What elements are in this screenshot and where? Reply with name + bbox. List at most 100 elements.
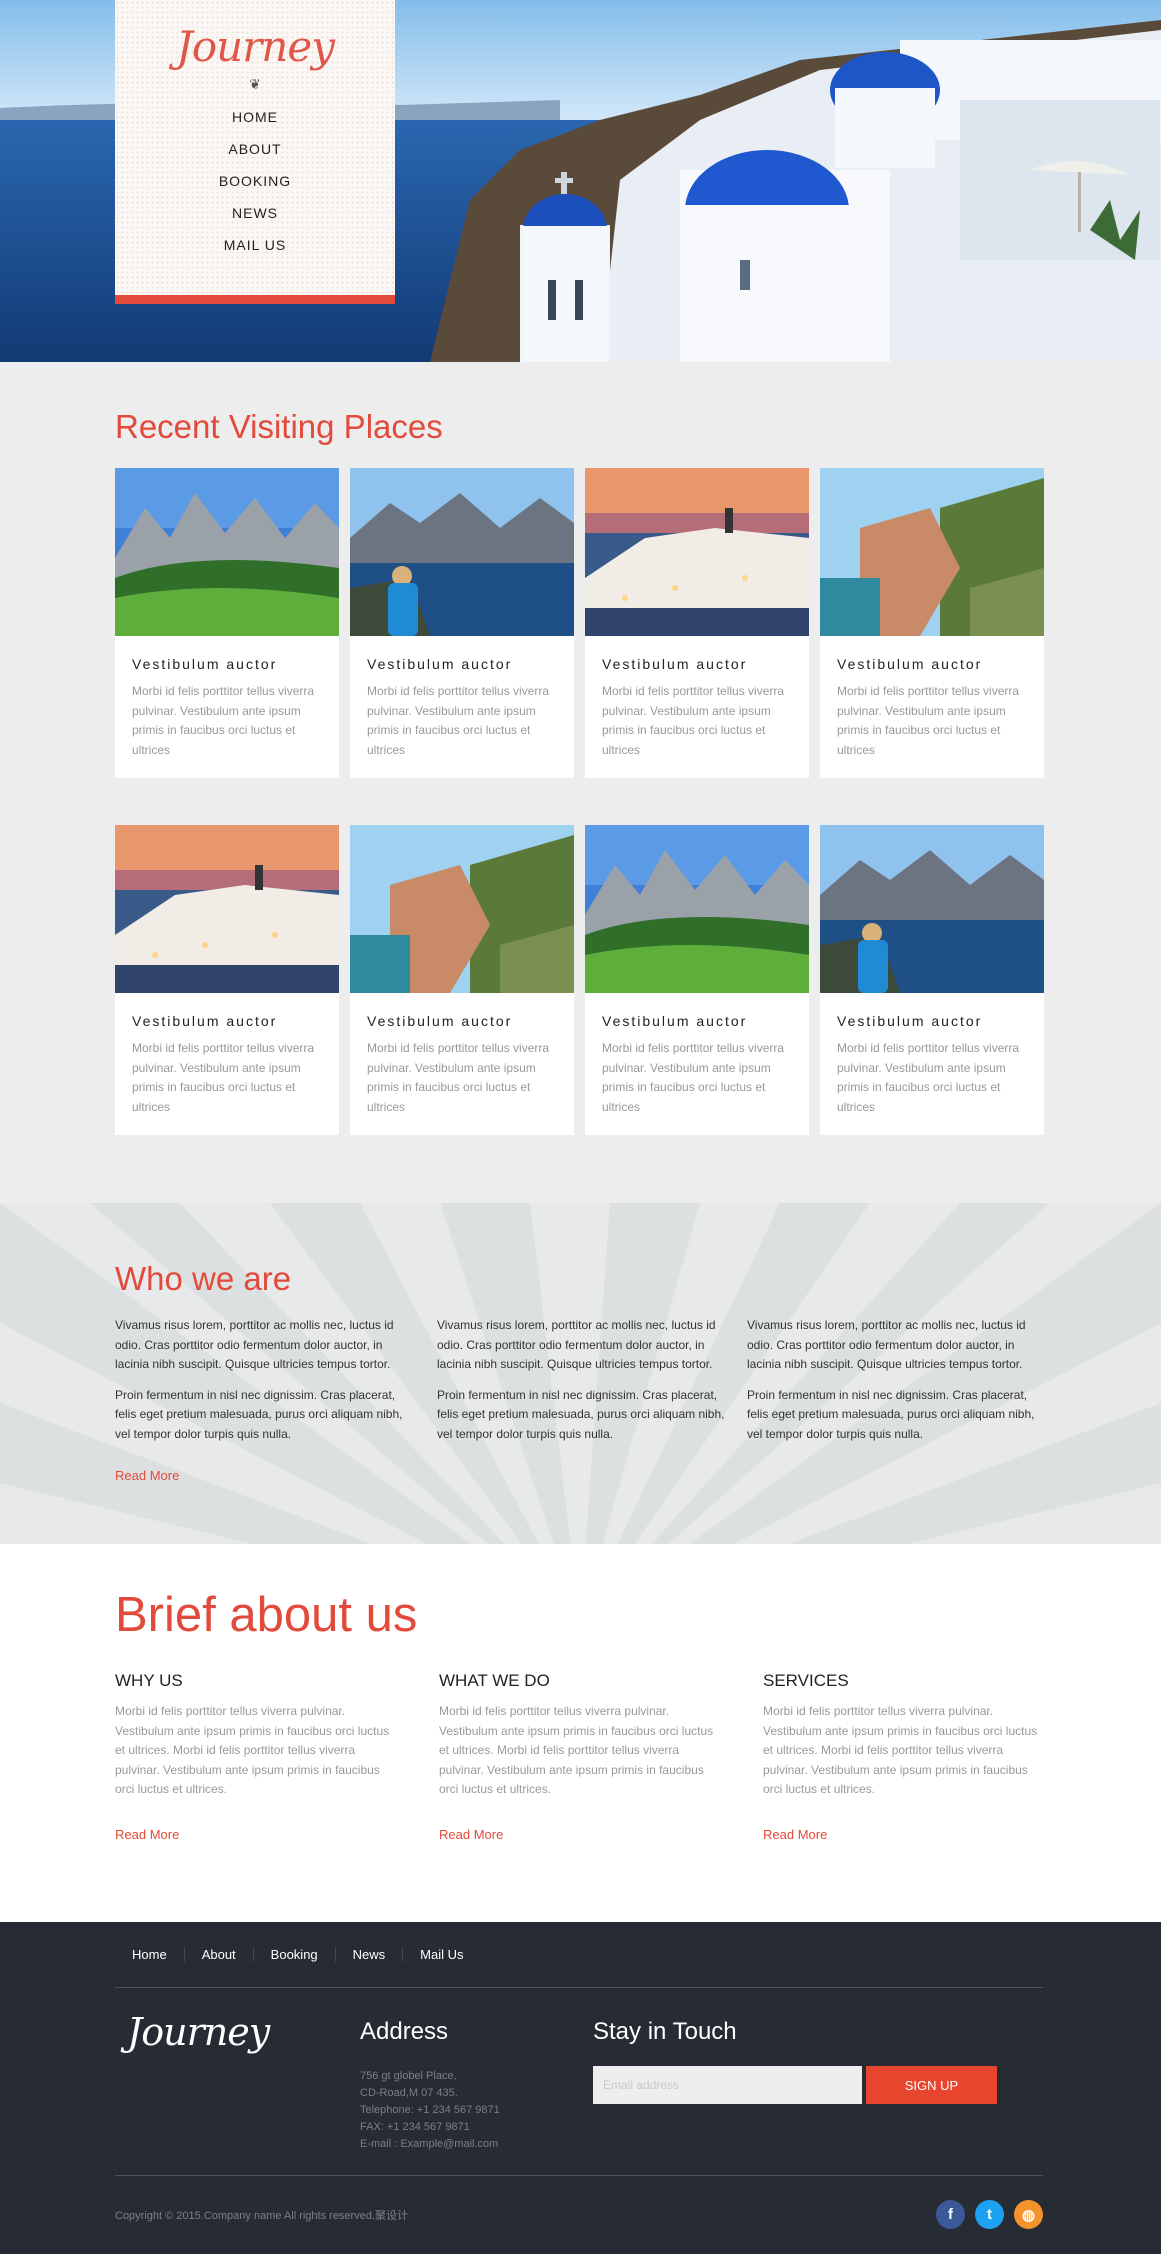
who-column: Vivamus risus lorem, porttitor ac mollis…	[115, 1316, 415, 1444]
place-card[interactable]: Vestibulum auctor Morbi id felis porttit…	[585, 825, 809, 1135]
address-line: 756 gt globel Place,	[360, 2070, 457, 2082]
alpine-meadow-image	[585, 825, 809, 993]
sign-up-button[interactable]: SIGN UP	[866, 2066, 997, 2104]
address-title: Address	[360, 2018, 449, 2045]
place-card-title: Vestibulum auctor	[367, 1013, 513, 1029]
facebook-icon[interactable]: f	[936, 2200, 965, 2229]
why-us-read-more-link[interactable]: Read More	[115, 1827, 179, 1842]
who-column: Vivamus risus lorem, porttitor ac mollis…	[747, 1316, 1043, 1444]
cliff-village-image	[350, 825, 574, 993]
brief-columns: WHY US Morbi id felis porttitor tellus v…	[115, 1671, 1043, 1843]
place-card-title: Vestibulum auctor	[367, 656, 513, 672]
place-card-title: Vestibulum auctor	[837, 656, 983, 672]
place-card[interactable]: Vestibulum auctor Morbi id felis porttit…	[820, 468, 1044, 778]
who-paragraph: Vivamus risus lorem, porttitor ac mollis…	[115, 1318, 394, 1371]
santorini-dusk-image	[115, 825, 339, 993]
who-paragraph: Proin fermentum in nisl nec dignissim. C…	[115, 1387, 403, 1441]
address-email: E-mail : Example@mail.com	[360, 2138, 499, 2150]
brief-column-what-we-do: WHAT WE DO Morbi id felis porttitor tell…	[439, 1671, 719, 1843]
who-we-are-section: Who we are Vivamus risus lorem, porttito…	[0, 1203, 1161, 1544]
address-line: CD-Road,M 07 435.	[360, 2087, 458, 2099]
brief-column-text: Morbi id felis porttitor tellus viverra …	[439, 1704, 714, 1796]
email-input[interactable]	[593, 2066, 862, 2104]
services-read-more-link[interactable]: Read More	[763, 1827, 827, 1842]
places-grid-row-2: Vestibulum auctor Morbi id felis porttit…	[115, 825, 1044, 1135]
dribbble-icon[interactable]: ◍	[1014, 2200, 1043, 2229]
place-card-text: Morbi id felis porttitor tellus viverra …	[367, 684, 550, 757]
recent-places-title: Recent Visiting Places	[115, 408, 443, 445]
place-card-title: Vestibulum auctor	[132, 656, 278, 672]
hero-banner: Journey ❦ HOME ABOUT BOOKING NEWS MAIL U…	[0, 0, 1161, 362]
footer-logo[interactable]: Journey	[115, 1988, 360, 2175]
brief-about-title: Brief about us	[115, 1588, 418, 1642]
brief-column-text: Morbi id felis porttitor tellus viverra …	[763, 1704, 1038, 1796]
footer-nav-mail-us[interactable]: Mail Us	[403, 1947, 480, 1962]
stay-in-touch-title: Stay in Touch	[593, 2018, 737, 2045]
ornament-divider-icon: ❦	[249, 77, 261, 93]
alpine-meadow-image	[115, 468, 339, 636]
place-card-title: Vestibulum auctor	[602, 656, 748, 672]
nav-booking[interactable]: BOOKING	[115, 165, 395, 197]
address-lines: 756 gt globel Place, CD-Road,M 07 435. T…	[360, 2068, 593, 2153]
nav-home[interactable]: HOME	[115, 101, 395, 133]
place-card[interactable]: Vestibulum auctor Morbi id felis porttit…	[585, 468, 809, 778]
who-paragraph: Proin fermentum in nisl nec dignissim. C…	[747, 1387, 1035, 1441]
brief-column-heading: SERVICES	[763, 1671, 849, 1690]
footer-address: Address 756 gt globel Place, CD-Road,M 0…	[360, 1988, 593, 2175]
brief-column-text: Morbi id felis porttitor tellus viverra …	[115, 1704, 390, 1796]
social-links: f t ◍	[936, 2200, 1043, 2229]
place-card[interactable]: Vestibulum auctor Morbi id felis porttit…	[115, 825, 339, 1135]
stay-in-touch: Stay in Touch SIGN UP	[593, 1988, 997, 2175]
place-card-text: Morbi id felis porttitor tellus viverra …	[132, 1041, 315, 1114]
place-card-text: Morbi id felis porttitor tellus viverra …	[837, 1041, 1020, 1114]
brief-column-heading: WHY US	[115, 1671, 183, 1690]
copyright-text: Copyright © 2015.Company name All rights…	[115, 2209, 409, 2222]
nav-news[interactable]: NEWS	[115, 197, 395, 229]
what-we-do-read-more-link[interactable]: Read More	[439, 1827, 503, 1842]
address-telephone: Telephone: +1 234 567 9871	[360, 2104, 500, 2116]
footer-nav-booking[interactable]: Booking	[254, 1947, 336, 1962]
who-paragraph: Vivamus risus lorem, porttitor ac mollis…	[437, 1318, 716, 1371]
place-card-title: Vestibulum auctor	[132, 1013, 278, 1029]
place-card-title: Vestibulum auctor	[602, 1013, 748, 1029]
nav-mail-us[interactable]: MAIL US	[115, 229, 395, 261]
site-logo[interactable]: Journey	[115, 22, 395, 71]
place-card-text: Morbi id felis porttitor tellus viverra …	[132, 684, 315, 757]
place-card-text: Morbi id felis porttitor tellus viverra …	[367, 1041, 550, 1114]
place-card[interactable]: Vestibulum auctor Morbi id felis porttit…	[350, 468, 574, 778]
who-paragraph: Proin fermentum in nisl nec dignissim. C…	[437, 1387, 725, 1441]
cliff-village-image	[820, 468, 1044, 636]
brief-column-heading: WHAT WE DO	[439, 1671, 550, 1690]
fjord-hiker-image	[350, 468, 574, 636]
newsletter-form: SIGN UP	[593, 2066, 997, 2104]
main-nav: HOME ABOUT BOOKING NEWS MAIL US	[115, 101, 395, 261]
brief-column-why-us: WHY US Morbi id felis porttitor tellus v…	[115, 1671, 395, 1843]
brief-column-services: SERVICES Morbi id felis porttitor tellus…	[763, 1671, 1043, 1843]
place-card[interactable]: Vestibulum auctor Morbi id felis porttit…	[820, 825, 1044, 1135]
who-paragraph: Vivamus risus lorem, porttitor ac mollis…	[747, 1318, 1026, 1371]
who-read-more-link[interactable]: Read More	[115, 1468, 179, 1483]
who-we-are-title: Who we are	[115, 1260, 292, 1297]
place-card-title: Vestibulum auctor	[837, 1013, 983, 1029]
place-card-text: Morbi id felis porttitor tellus viverra …	[602, 684, 785, 757]
place-card[interactable]: Vestibulum auctor Morbi id felis porttit…	[350, 825, 574, 1135]
twitter-icon[interactable]: t	[975, 2200, 1004, 2229]
site-footer: Home About Booking News Mail Us Journey …	[0, 1922, 1161, 2254]
nav-about[interactable]: ABOUT	[115, 133, 395, 165]
footer-main: Journey Address 756 gt globel Place, CD-…	[115, 1988, 1043, 2176]
brief-about-section: Brief about us WHY US Morbi id felis por…	[0, 1544, 1161, 1922]
footer-nav-news[interactable]: News	[336, 1947, 404, 1962]
footer-nav-home[interactable]: Home	[115, 1947, 185, 1962]
place-card-text: Morbi id felis porttitor tellus viverra …	[837, 684, 1020, 757]
main-menu-panel: Journey ❦ HOME ABOUT BOOKING NEWS MAIL U…	[115, 0, 395, 304]
places-grid-row-1: Vestibulum auctor Morbi id felis porttit…	[115, 468, 1044, 778]
place-card[interactable]: Vestibulum auctor Morbi id felis porttit…	[115, 468, 339, 778]
address-fax: FAX: +1 234 567 9871	[360, 2121, 470, 2133]
who-column: Vivamus risus lorem, porttitor ac mollis…	[437, 1316, 727, 1444]
santorini-dusk-image	[585, 468, 809, 636]
footer-nav: Home About Booking News Mail Us	[115, 1922, 1043, 1988]
fjord-hiker-image	[820, 825, 1044, 993]
who-columns: Vivamus risus lorem, porttitor ac mollis…	[115, 1316, 1043, 1444]
footer-bottom: Copyright © 2015.Company name All rights…	[115, 2176, 1043, 2253]
footer-nav-about[interactable]: About	[185, 1947, 254, 1962]
